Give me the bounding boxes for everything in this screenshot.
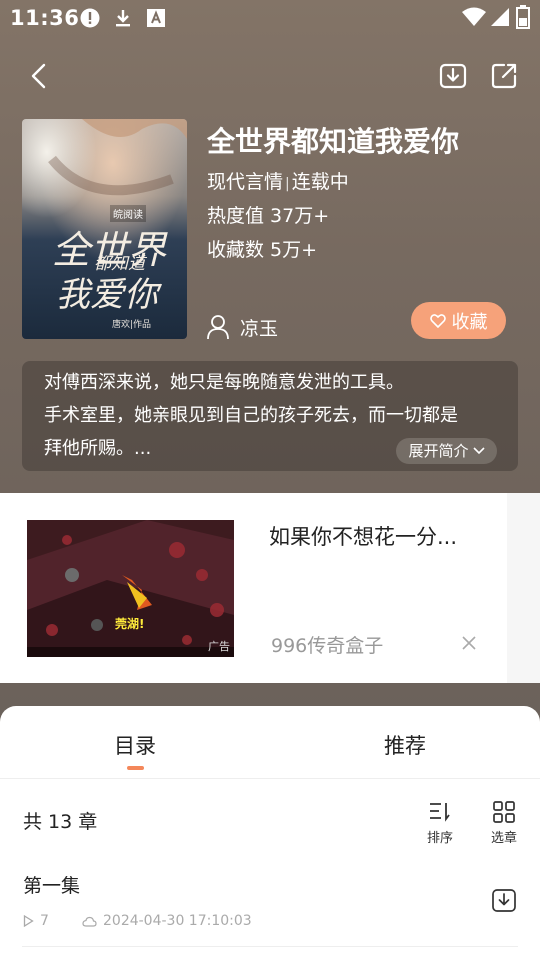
synopsis-line-2: 手术室里，她亲眼见到自己的孩子死去，而一切都是 <box>44 405 458 426</box>
heart-icon <box>429 314 446 328</box>
book-category: 现代言情 <box>207 171 284 193</box>
battery-icon <box>516 5 530 29</box>
book-category-line: 现代言情 | 连载中 <box>207 171 349 193</box>
author-name: 凉玉 <box>240 317 279 340</box>
synopsis-box: 对傅西深来说，她只是每晚随意发泄的工具。 手术室里，她亲眼见到自己的孩子死去，而… <box>22 361 518 471</box>
status-time: 11:36 <box>10 6 80 30</box>
book-status: 连载中 <box>291 171 349 193</box>
cover-author: 唐欢|作品 <box>112 320 152 330</box>
catalog-sheet: 目录 推荐 共 13 章 排序 选章 第一集 7 2024-04-30 17:1… <box>0 706 540 960</box>
chevron-down-icon <box>472 447 485 455</box>
select-chapter-label: 选章 <box>490 831 517 846</box>
alert-icon <box>80 8 100 28</box>
grid-icon <box>493 801 515 823</box>
tab-recommend[interactable]: 推荐 <box>384 730 426 760</box>
download-book-icon[interactable] <box>437 60 469 92</box>
expand-label: 展开简介 <box>408 442 469 460</box>
person-icon <box>207 315 229 340</box>
chapter-divider <box>22 946 518 947</box>
author-link[interactable]: 凉玉 <box>206 313 278 341</box>
select-chapter-button[interactable]: 选章 <box>484 801 524 846</box>
ad-image-caption: 莞湖! <box>115 617 145 631</box>
sort-button[interactable]: 排序 <box>420 801 460 846</box>
signal-icon <box>491 8 509 26</box>
ad-title[interactable]: 如果你不想花一分... <box>269 521 457 551</box>
chapter-updated-time: 2024-04-30 17:10:03 <box>103 913 252 929</box>
chapter-plays: 7 <box>23 913 49 929</box>
chapter-title[interactable]: 第一集 <box>23 871 80 898</box>
ad-banner[interactable]: 莞湖! 广告 如果你不想花一分... 996传奇盒子 <box>0 493 507 683</box>
book-title: 全世界都知道我爱你 <box>207 125 460 158</box>
cover-title-line3: 我爱你 <box>56 275 158 315</box>
ad-tag: 广告 <box>208 640 230 653</box>
chapter-updated: 2024-04-30 17:10:03 <box>82 913 252 929</box>
close-icon[interactable] <box>458 632 480 654</box>
ad-image[interactable]: 莞湖! 广告 <box>27 520 234 657</box>
chapter-count: 共 13 章 <box>23 811 98 833</box>
book-favorites: 收藏数 5万+ <box>207 239 318 261</box>
synopsis-line-3: 拜他所赐。... <box>44 438 152 459</box>
sort-label: 排序 <box>426 831 453 846</box>
share-icon[interactable] <box>488 60 520 92</box>
tab-divider <box>0 778 540 779</box>
favorite-button[interactable]: 收藏 <box>411 302 506 339</box>
chapter-download-icon[interactable] <box>491 887 517 913</box>
font-icon <box>147 9 165 27</box>
expand-synopsis-button[interactable]: 展开简介 <box>396 438 497 464</box>
tab-catalog[interactable]: 目录 <box>114 730 156 760</box>
tab-indicator <box>127 766 144 770</box>
wifi-icon <box>462 7 486 26</box>
book-popularity: 热度值 37万+ <box>207 205 330 227</box>
back-icon[interactable] <box>24 60 56 92</box>
synopsis-line-1: 对傅西深来说，她只是每晚随意发泄的工具。 <box>44 372 404 393</box>
ad-source: 996传奇盒子 <box>271 635 384 657</box>
status-bar: 11:36 <box>0 0 540 36</box>
ad-side-strip <box>507 493 540 683</box>
sort-icon <box>430 803 450 822</box>
chapter-play-count: 7 <box>40 913 49 929</box>
favorite-label: 收藏 <box>451 311 488 333</box>
cloud-icon <box>82 916 97 927</box>
play-icon <box>23 915 34 927</box>
download-icon <box>116 10 130 27</box>
book-cover[interactable]: 皖阅读 全世界 都知道 我爱你 唐欢|作品 <box>22 119 187 339</box>
